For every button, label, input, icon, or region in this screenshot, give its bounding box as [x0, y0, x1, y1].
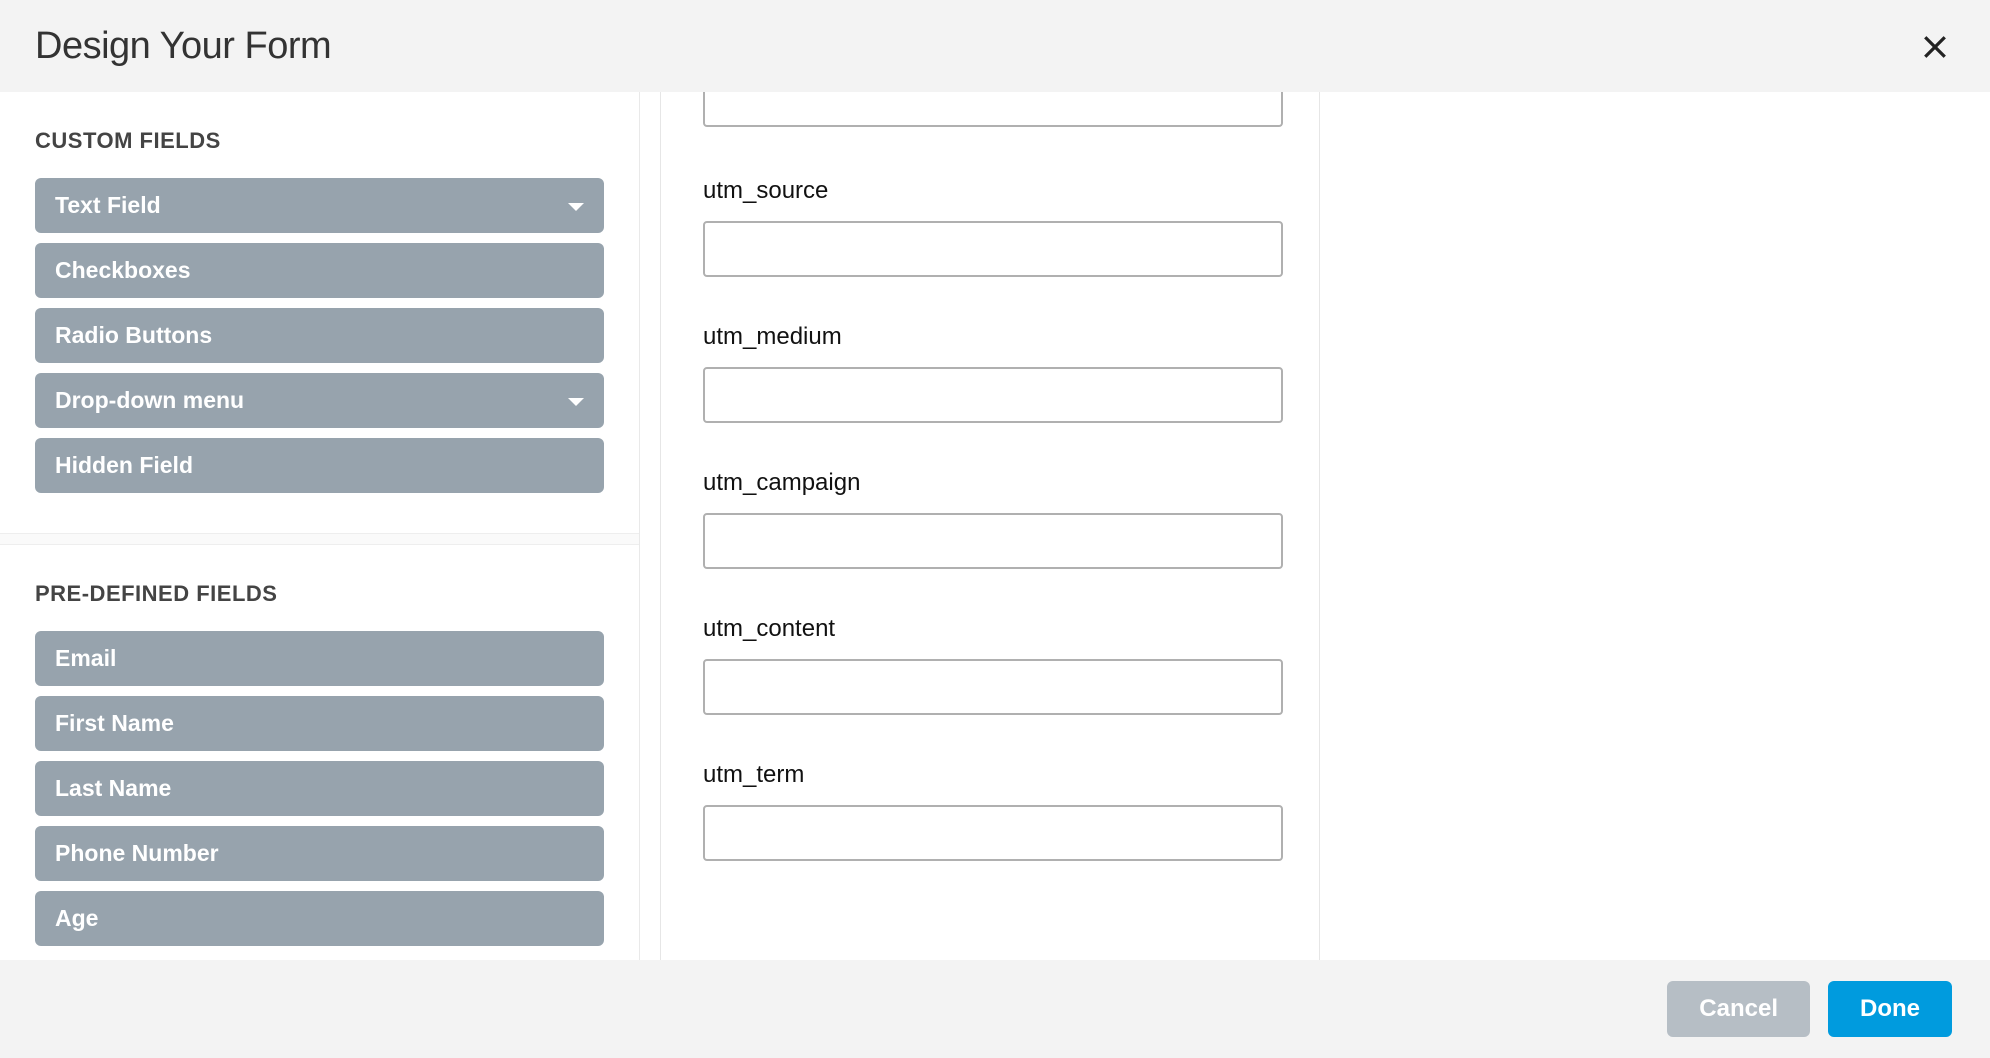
form-label: utm_content [703, 615, 1277, 643]
form-input-utm-term[interactable] [703, 805, 1283, 861]
form-preview-panel: utm_source utm_medium utm_campaign utm_c… [660, 92, 1320, 960]
predefined-field-label: Last Name [55, 775, 171, 802]
predefined-field-label: Age [55, 905, 98, 932]
predefined-field-age[interactable]: Age [35, 891, 604, 946]
modal-footer: Cancel Done [0, 960, 1990, 1058]
form-field-utm-content[interactable]: utm_content [703, 615, 1277, 715]
section-title-custom-fields: CUSTOM FIELDS [35, 128, 604, 154]
form-input-utm-medium[interactable] [703, 367, 1283, 423]
close-icon [1922, 34, 1948, 60]
field-type-label: Hidden Field [55, 452, 193, 479]
form-input-utm-campaign[interactable] [703, 513, 1283, 569]
section-divider [0, 533, 639, 545]
sidebar: CUSTOM FIELDS Text Field Checkboxes Radi… [0, 92, 640, 960]
form-label: utm_medium [703, 323, 1277, 351]
field-type-label: Drop-down menu [55, 387, 244, 414]
predefined-field-label: Email [55, 645, 116, 672]
form-field-utm-campaign[interactable]: utm_campaign [703, 469, 1277, 569]
form-preview-inner: utm_source utm_medium utm_campaign utm_c… [661, 92, 1319, 935]
field-type-radio-buttons[interactable]: Radio Buttons [35, 308, 604, 363]
field-type-hidden-field[interactable]: Hidden Field [35, 438, 604, 493]
predefined-field-email[interactable]: Email [35, 631, 604, 686]
form-input-utm-content[interactable] [703, 659, 1283, 715]
caret-down-icon [568, 192, 584, 219]
modal-body: CUSTOM FIELDS Text Field Checkboxes Radi… [0, 92, 1990, 960]
field-type-text-field[interactable]: Text Field [35, 178, 604, 233]
cancel-button[interactable]: Cancel [1667, 981, 1810, 1037]
sidebar-section-predefined-fields: PRE-DEFINED FIELDS Email First Name Last… [0, 545, 639, 960]
form-label: utm_campaign [703, 469, 1277, 497]
caret-down-icon [568, 387, 584, 414]
field-type-dropdown-menu[interactable]: Drop-down menu [35, 373, 604, 428]
predefined-field-phone-number[interactable]: Phone Number [35, 826, 604, 881]
field-type-label: Radio Buttons [55, 322, 212, 349]
done-button[interactable]: Done [1828, 981, 1952, 1037]
close-button[interactable] [1916, 28, 1954, 66]
page-title: Design Your Form [35, 25, 331, 68]
predefined-field-first-name[interactable]: First Name [35, 696, 604, 751]
field-type-checkboxes[interactable]: Checkboxes [35, 243, 604, 298]
predefined-field-label: Phone Number [55, 840, 219, 867]
form-field-utm-medium[interactable]: utm_medium [703, 323, 1277, 423]
form-label: utm_term [703, 761, 1277, 789]
modal-header: Design Your Form [0, 0, 1990, 92]
section-title-predefined-fields: PRE-DEFINED FIELDS [35, 581, 604, 607]
form-input-utm-source[interactable] [703, 221, 1283, 277]
field-type-label: Checkboxes [55, 257, 191, 284]
form-label: utm_source [703, 177, 1277, 205]
form-field-utm-source[interactable]: utm_source [703, 177, 1277, 277]
sidebar-section-custom-fields: CUSTOM FIELDS Text Field Checkboxes Radi… [0, 92, 639, 533]
predefined-field-last-name[interactable]: Last Name [35, 761, 604, 816]
field-type-label: Text Field [55, 192, 161, 219]
predefined-field-label: First Name [55, 710, 174, 737]
form-field-utm-term[interactable]: utm_term [703, 761, 1277, 861]
form-input-previous-truncated[interactable] [703, 92, 1283, 127]
